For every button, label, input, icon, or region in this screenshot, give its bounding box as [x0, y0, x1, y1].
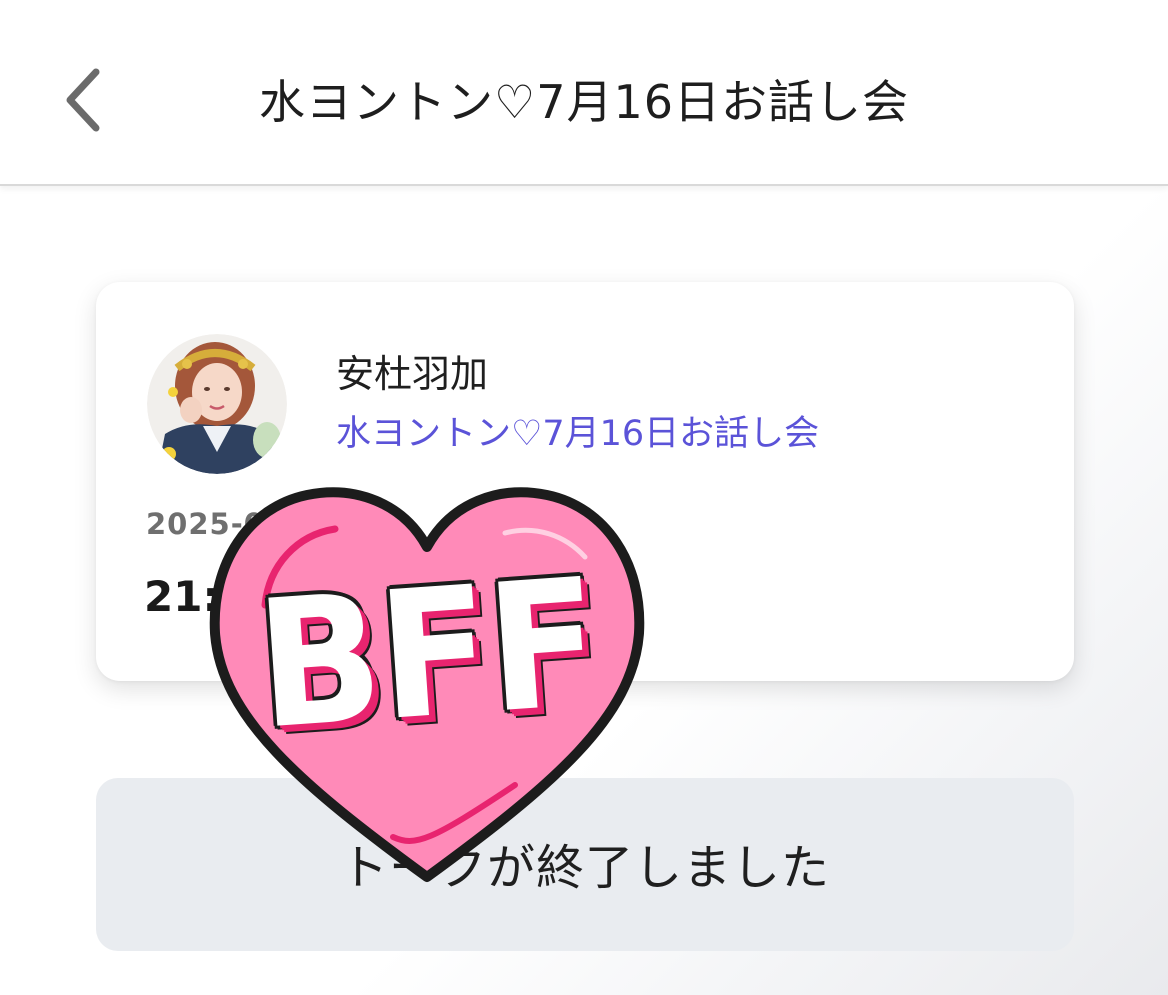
bff-heart-sticker: BFF: [205, 485, 650, 885]
bff-sticker-text: BFF: [251, 540, 604, 769]
page-title: 水ヨントン♡7月16日お話し会: [258, 75, 910, 129]
avatar[interactable]: [147, 334, 287, 474]
chevron-left-icon: [66, 68, 100, 132]
profile-photo: [147, 334, 287, 474]
member-name: 安杜羽加: [336, 352, 489, 396]
event-title-link[interactable]: 水ヨントン♡7月16日お話し会: [336, 408, 819, 460]
back-button[interactable]: [50, 60, 120, 140]
app-header: 水ヨントン♡7月16日お話し会: [0, 0, 1168, 186]
